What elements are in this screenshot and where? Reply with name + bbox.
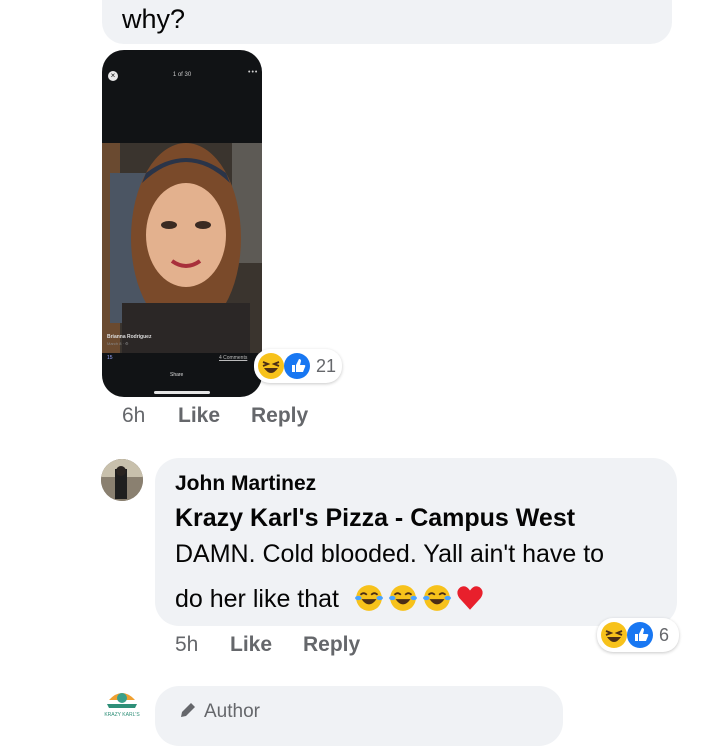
screenshot-topbar [102,50,262,90]
photo-counter: 1 of 30 [172,72,192,78]
comment-bubble-previous [102,0,672,44]
page-avatar[interactable]: KRAZY KARL'S [101,686,143,728]
reply-button[interactable]: Reply [251,404,308,428]
reaction-count: 15 [107,355,113,361]
home-indicator [154,391,210,394]
poster-name: Brianna Rodriguez [107,334,152,340]
reactions-summary[interactable]: 6 [597,618,679,652]
tears-of-joy-icon [423,585,451,611]
comment-text: do her like that [175,583,486,614]
comment-text-line: do her like that [175,585,339,613]
like-icon [627,622,653,648]
like-button[interactable]: Like [178,404,220,428]
like-button[interactable]: Like [230,633,272,657]
avatar-photo [101,459,143,501]
like-icon [284,353,310,379]
post-date: March 8 · ⚙ [107,341,129,346]
share-label: Share [170,372,184,378]
comment-text: DAMN. Cold blooded. Yall ain't have to [175,540,605,568]
pencil-icon [181,703,195,717]
attached-screenshot-image[interactable]: × 1 of 30 ••• Brianna Rodriguez March 8 … [102,50,262,397]
comments-link: 4 Comments [219,355,248,361]
krazy-karls-logo: KRAZY KARL'S [101,686,143,728]
reply-button[interactable]: Reply [303,633,360,657]
tears-of-joy-icon [389,585,417,611]
haha-icon [258,353,284,379]
avatar[interactable] [101,459,143,501]
selfie-photo [102,143,262,353]
comment-author[interactable]: John Martinez [175,472,316,496]
more-icon: ••• [248,69,259,76]
comment-text: why? [122,4,186,34]
reactions-summary[interactable]: 21 [254,349,342,383]
haha-icon [601,622,627,648]
tears-of-joy-icon [355,585,383,611]
reaction-count: 21 [316,356,337,376]
reaction-count: 6 [659,625,670,645]
logo-text: KRAZY KARL'S [104,712,140,718]
comment-time: 6h [122,404,146,427]
tagged-page[interactable]: Krazy Karl's Pizza - Campus West [175,504,575,533]
heart-icon [457,586,483,610]
author-label: Author [204,701,260,722]
comment-time: 5h [175,633,199,656]
